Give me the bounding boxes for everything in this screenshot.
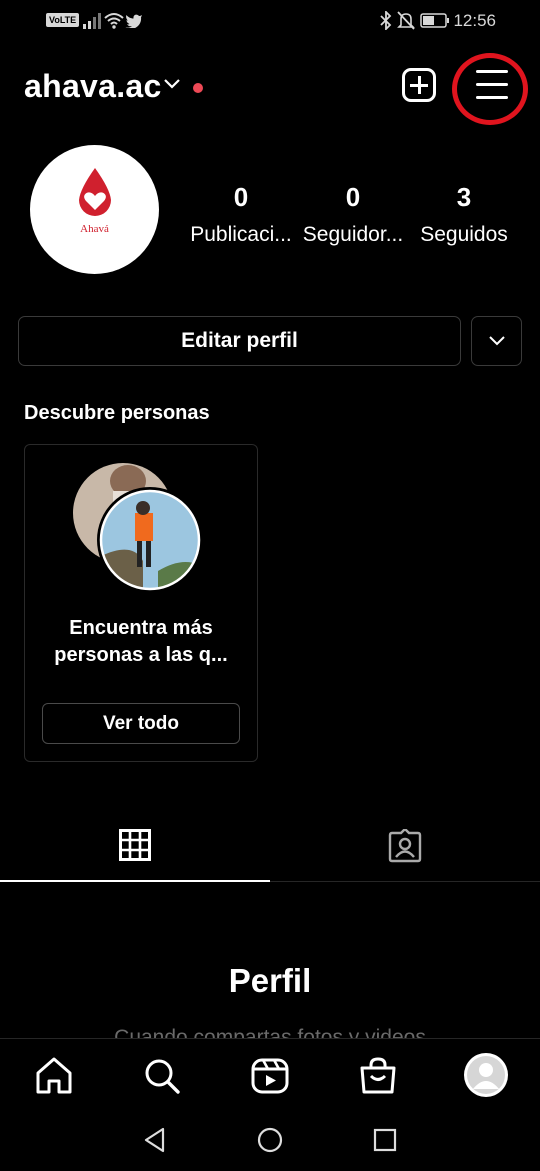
- stat-followers-value: 0: [345, 182, 361, 212]
- stat-posts-label: Publicaci...: [190, 223, 292, 246]
- menu-icon[interactable]: [476, 70, 508, 100]
- discover-card-text-line2: personas a las q...: [54, 644, 228, 666]
- profile-avatar[interactable]: [464, 1053, 508, 1097]
- logo-text: Ahavá: [80, 223, 109, 235]
- discover-people-heading: Descubre personas: [24, 402, 210, 424]
- recents-icon[interactable]: [373, 1128, 397, 1152]
- twitter-icon: [125, 14, 142, 28]
- profile-avatar-large[interactable]: Ahavá: [30, 145, 159, 274]
- network-badge: VoLTE: [46, 13, 80, 27]
- see-all-button[interactable]: Ver todo: [42, 703, 240, 744]
- discover-card-text: Encuentra más personas a las q...: [25, 615, 257, 669]
- stat-posts[interactable]: 0 Publicaci...: [181, 182, 301, 247]
- search-icon[interactable]: [140, 1054, 184, 1098]
- empty-state-subtitle: Cuando compartas fotos y videos: [114, 1026, 426, 1038]
- stat-followers-label: Seguidor...: [302, 223, 404, 246]
- bluetooth-icon: [380, 11, 392, 30]
- home-system-icon[interactable]: [257, 1127, 283, 1153]
- user-silhouette-icon: [467, 1056, 505, 1094]
- reels-icon[interactable]: [248, 1054, 292, 1098]
- new-post-icon[interactable]: [402, 68, 436, 102]
- wifi-icon: [104, 13, 124, 29]
- edit-profile-button[interactable]: Editar perfil: [18, 316, 461, 366]
- chevron-down-icon: [488, 336, 505, 346]
- stat-followers[interactable]: 0 Seguidor...: [293, 182, 413, 247]
- chevron-down-icon[interactable]: [163, 78, 181, 90]
- stat-posts-value: 0: [233, 182, 249, 212]
- stat-following-label: Seguidos: [420, 223, 508, 246]
- battery-icon: [420, 13, 449, 28]
- clock: 12:56: [453, 11, 496, 30]
- account-switcher-username[interactable]: ahava.ac: [24, 68, 162, 105]
- suggestions-toggle-button[interactable]: [471, 316, 522, 366]
- notification-dot: [193, 83, 203, 93]
- stat-following[interactable]: 3 Seguidos: [404, 182, 524, 247]
- mute-icon: [397, 11, 415, 30]
- back-icon[interactable]: [143, 1127, 167, 1153]
- signal-icon: [83, 13, 101, 29]
- grid-icon[interactable]: [119, 829, 151, 861]
- discover-card-text-line1: Encuentra más: [69, 617, 213, 639]
- ahava-logo-drop: [79, 168, 111, 216]
- tab-divider: [270, 881, 540, 882]
- discover-card: Encuentra más personas a las q... Ver to…: [24, 444, 258, 762]
- shop-icon[interactable]: [356, 1054, 400, 1098]
- active-tab-indicator: [0, 880, 270, 882]
- stat-following-value: 3: [456, 182, 472, 212]
- empty-state-title: Perfil: [228, 962, 312, 999]
- status-bar: VoLTE 12:56: [0, 0, 540, 42]
- people-photos: [73, 463, 203, 591]
- tagged-icon[interactable]: [388, 829, 422, 863]
- home-icon[interactable]: [32, 1054, 76, 1098]
